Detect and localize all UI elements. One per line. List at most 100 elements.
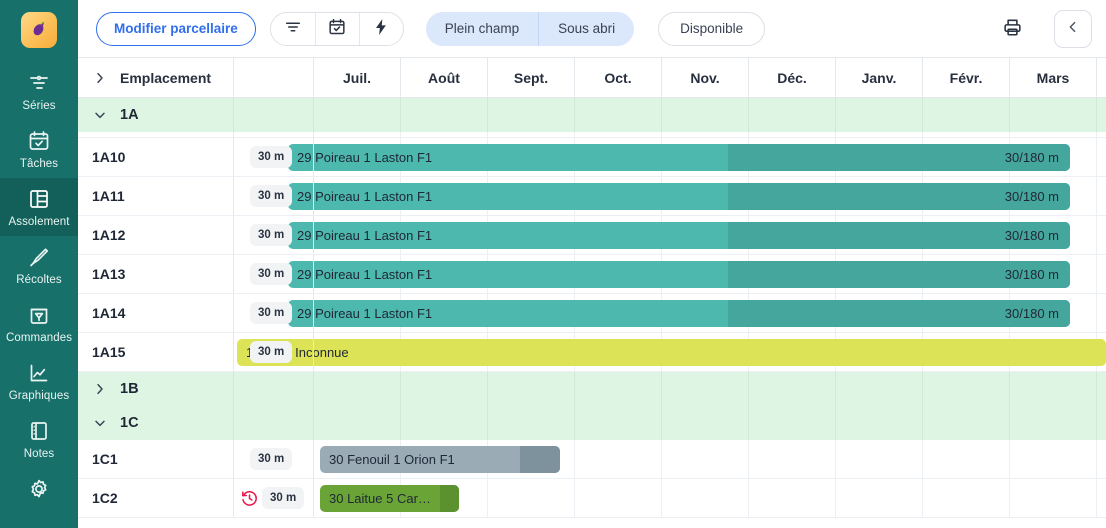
month-cell[interactable] <box>1097 372 1106 406</box>
month-cell[interactable] <box>749 406 836 440</box>
month-cell[interactable] <box>1097 406 1106 440</box>
month-cell[interactable] <box>836 372 923 406</box>
crop-bar[interactable]: 30 Fenouil 1 Orion F1 <box>320 446 560 473</box>
bolt-icon-button[interactable] <box>359 13 403 45</box>
calendar-icon-button[interactable] <box>315 13 359 45</box>
month-cell[interactable] <box>836 440 923 478</box>
month-cell[interactable] <box>1097 98 1106 132</box>
previous-period-button[interactable] <box>1054 10 1092 48</box>
location-cell[interactable]: 1A11 <box>78 177 234 215</box>
edit-parcels-button[interactable]: Modifier parcellaire <box>96 12 256 46</box>
group-row[interactable]: 1A <box>78 98 1106 132</box>
month-cell[interactable] <box>314 372 401 406</box>
month-cell[interactable] <box>1097 440 1106 478</box>
crop-bar[interactable]: 29 Poireau 1 Laston F130/180 m <box>288 222 1070 249</box>
group-row[interactable]: 1C <box>78 406 1106 440</box>
month-cell[interactable] <box>575 406 662 440</box>
month-cell[interactable] <box>575 132 662 137</box>
crop-bar[interactable]: 18 BF 1 Inconnue <box>237 339 1106 366</box>
sidebar-item-commandes[interactable]: Commandes <box>0 294 78 352</box>
table-row[interactable]: 1A10 30 m 29 Poireau 1 Laston F130/180 m <box>78 138 1106 177</box>
month-cell[interactable] <box>1010 98 1097 132</box>
location-cell[interactable]: 1C2 <box>78 479 234 517</box>
month-header-cell[interactable]: Août <box>401 58 488 97</box>
month-cell[interactable] <box>923 132 1010 137</box>
sidebar-item-graphiques[interactable]: Graphiques <box>0 352 78 410</box>
table-row[interactable]: 1A11 30 m 29 Poireau 1 Laston F130/180 m <box>78 177 1106 216</box>
table-row[interactable]: 1C2 30 m 30 Laitue 5 Car… <box>78 479 1106 518</box>
month-header-cell[interactable]: Févr. <box>923 58 1010 97</box>
group-location-cell[interactable]: 1C <box>78 406 234 440</box>
month-cell[interactable] <box>1097 216 1106 254</box>
month-cell[interactable] <box>836 479 923 517</box>
month-cell[interactable] <box>575 372 662 406</box>
location-cell[interactable]: 1A13 <box>78 255 234 293</box>
month-cell[interactable] <box>314 132 401 137</box>
month-cell[interactable] <box>575 479 662 517</box>
month-cell[interactable] <box>1097 132 1106 137</box>
month-cell[interactable] <box>488 479 575 517</box>
month-cell[interactable] <box>488 132 575 137</box>
month-cell[interactable] <box>662 406 749 440</box>
month-cell[interactable] <box>923 479 1010 517</box>
month-cell[interactable] <box>662 440 749 478</box>
month-cell[interactable] <box>488 98 575 132</box>
month-cell[interactable] <box>401 406 488 440</box>
month-cell[interactable] <box>1097 479 1106 517</box>
month-cell[interactable] <box>923 406 1010 440</box>
month-cell[interactable] <box>836 98 923 132</box>
sidebar-item-assolement[interactable]: Assolement <box>0 178 78 236</box>
month-cell[interactable] <box>662 132 749 137</box>
chevron-right-icon[interactable] <box>92 70 108 86</box>
available-filter-button[interactable]: Disponible <box>658 12 765 46</box>
month-cell[interactable] <box>314 98 401 132</box>
month-cell[interactable] <box>488 372 575 406</box>
month-cell[interactable] <box>1010 479 1097 517</box>
crop-plan-grid[interactable]: Emplacement Juil.AoûtSept.Oct.Nov.Déc.Ja… <box>78 58 1106 528</box>
sidebar-item-notes[interactable]: Notes <box>0 410 78 468</box>
table-row[interactable]: 1A12 30 m 29 Poireau 1 Laston F130/180 m <box>78 216 1106 255</box>
print-button[interactable] <box>994 12 1030 46</box>
month-cell[interactable] <box>1010 440 1097 478</box>
month-header-cell[interactable]: Janv. <box>836 58 923 97</box>
eggplant-logo[interactable] <box>21 12 57 48</box>
month-cell[interactable] <box>749 440 836 478</box>
month-header-cell[interactable]: Nov. <box>662 58 749 97</box>
table-row[interactable]: 1C1 30 m 30 Fenouil 1 Orion F1 <box>78 440 1106 479</box>
month-cell[interactable] <box>749 98 836 132</box>
segment-sous-abri[interactable]: Sous abri <box>538 12 634 46</box>
month-cell[interactable] <box>575 98 662 132</box>
sidebar-item-recoltes[interactable]: Récoltes <box>0 236 78 294</box>
month-cell[interactable] <box>1010 132 1097 137</box>
month-header-cell[interactable]: Juil. <box>314 58 401 97</box>
month-cell[interactable] <box>662 372 749 406</box>
month-cell[interactable] <box>1097 255 1106 293</box>
month-cell[interactable] <box>401 132 488 137</box>
month-cell[interactable] <box>662 479 749 517</box>
sidebar-item-series[interactable]: Séries <box>0 62 78 120</box>
crop-bar[interactable]: 29 Poireau 1 Laston F130/180 m <box>288 183 1070 210</box>
chevron-down-icon[interactable] <box>92 107 108 123</box>
month-cell[interactable] <box>1010 372 1097 406</box>
location-cell[interactable]: 1A15 <box>78 333 234 371</box>
sidebar-item-settings[interactable] <box>0 468 78 513</box>
month-cell[interactable] <box>1097 138 1106 176</box>
month-cell[interactable] <box>1097 294 1106 332</box>
sidebar-item-taches[interactable]: Tâches <box>0 120 78 178</box>
month-cell[interactable] <box>575 440 662 478</box>
chevron-right-icon[interactable] <box>92 381 108 397</box>
month-header-cell[interactable]: Oct. <box>575 58 662 97</box>
crop-bar[interactable]: 29 Poireau 1 Laston F130/180 m <box>288 261 1070 288</box>
month-cell[interactable] <box>749 372 836 406</box>
segment-plein-champ[interactable]: Plein champ <box>426 12 538 46</box>
crop-bar[interactable]: 30 Laitue 5 Car… <box>320 485 459 512</box>
crop-bar[interactable]: 29 Poireau 1 Laston F130/180 m <box>288 144 1070 171</box>
month-cell[interactable] <box>923 372 1010 406</box>
history-icon[interactable] <box>240 489 259 508</box>
month-cell[interactable] <box>401 372 488 406</box>
month-header-cell[interactable]: Avril <box>1097 58 1106 97</box>
month-header-cell[interactable]: Mars <box>1010 58 1097 97</box>
location-cell[interactable]: 1A12 <box>78 216 234 254</box>
month-cell[interactable] <box>836 132 923 137</box>
group-location-cell[interactable]: 1B <box>78 372 234 406</box>
